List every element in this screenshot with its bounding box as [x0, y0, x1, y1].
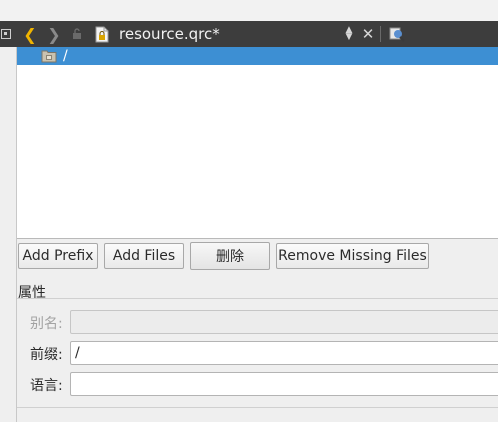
resource-tree[interactable]: / [17, 47, 498, 239]
prefix-input[interactable] [70, 341, 498, 365]
qrc-file-icon [94, 21, 110, 47]
split-editor-icon[interactable] [388, 21, 406, 47]
add-prefix-button[interactable]: Add Prefix [18, 243, 98, 269]
top-strip [0, 0, 498, 21]
folder-icon [41, 49, 57, 63]
toolbar-divider [380, 26, 381, 42]
lock-icon [70, 21, 84, 47]
language-label: 语言: [30, 378, 63, 394]
editor-toolbar: ❮ ❯ resource.qrc* ▲ ▼ ✕ [0, 21, 498, 47]
back-arrow-icon[interactable]: ❮ [22, 21, 38, 47]
add-files-button[interactable]: Add Files [104, 243, 184, 269]
updown-chevron-icon[interactable]: ▲ ▼ [342, 21, 356, 47]
file-name-label: resource.qrc* [119, 25, 220, 43]
language-input[interactable] [70, 372, 498, 396]
close-icon[interactable]: ✕ [360, 21, 376, 47]
delete-button[interactable]: 删除 [190, 242, 270, 270]
remove-missing-files-button[interactable]: Remove Missing Files [276, 243, 429, 269]
forward-arrow-icon[interactable]: ❯ [46, 21, 62, 47]
tree-item-prefix[interactable]: / [17, 47, 498, 65]
prefix-label: 前缀: [30, 347, 63, 363]
alias-label: 别名: [30, 316, 63, 332]
split-icon[interactable] [0, 21, 12, 47]
alias-input[interactable] [70, 310, 498, 334]
tree-item-label: / [63, 48, 68, 64]
